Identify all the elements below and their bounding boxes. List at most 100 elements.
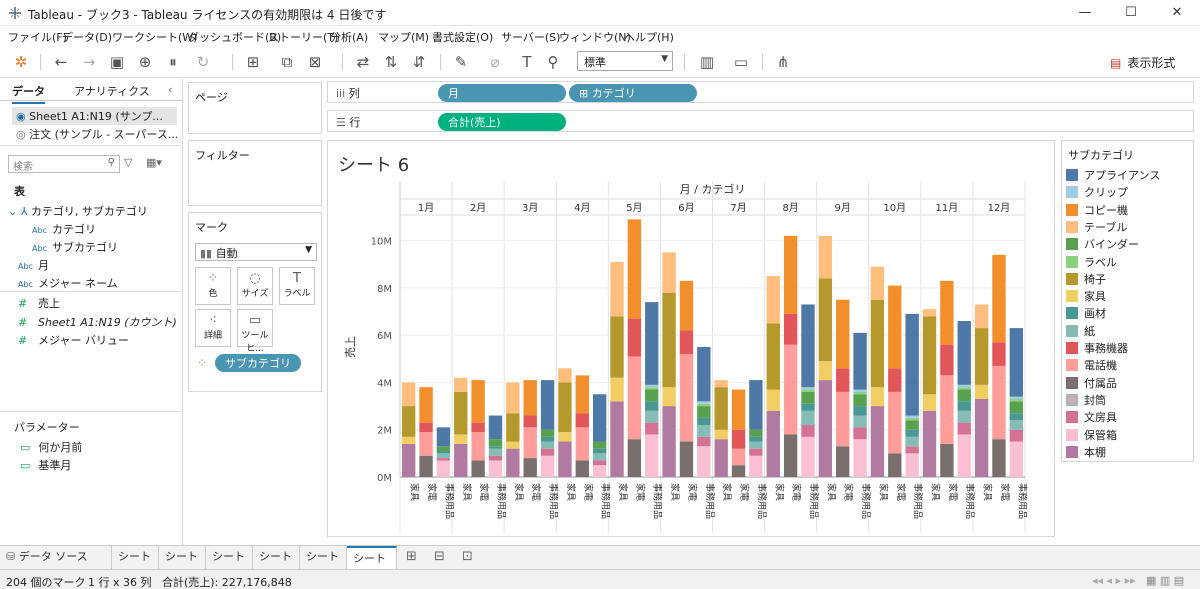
field-sales[interactable]: # 売上 [18,295,60,311]
sort-descending-icon[interactable]: ⇵ [408,52,430,72]
duplicate-sheet-icon[interactable]: ⧉ [276,52,298,72]
legend-item[interactable]: 家具 [1066,288,1191,304]
field-category[interactable]: Abc カテゴリ [32,221,96,237]
parameter-item[interactable]: ▭ 何か月前 [20,439,82,455]
legend-item[interactable]: クリップ [1066,184,1191,200]
legend-item[interactable]: 本棚 [1066,444,1191,460]
presentation-mode-icon[interactable]: ▭ [730,52,752,72]
save-icon[interactable]: ▣ [106,52,128,72]
fit-dropdown[interactable]: 標準 ▼ [577,51,673,71]
menu-map[interactable]: マップ(M) [378,29,429,45]
datasource-item[interactable]: ◎ 注文 (サンプル - スーパース... [12,125,177,143]
close-button[interactable]: ✕ [1154,0,1200,26]
detail-button[interactable]: ⁖ 詳細 [195,309,231,347]
new-worksheet-icon[interactable]: ⊞ [400,546,426,569]
new-dashboard-icon[interactable]: ⊟ [428,546,454,569]
show-cards-icon[interactable]: ▥ [696,52,718,72]
field-measure-values[interactable]: # メジャー バリュー [18,332,129,348]
tab-sheet-5[interactable]: シート 5 [300,546,347,585]
clear-sheet-icon[interactable]: ⊠ [304,52,326,72]
tab-data[interactable]: データ [12,83,45,104]
tab-sheet-2[interactable]: シート 2 [159,546,206,585]
legend-item[interactable]: 電話機 [1066,357,1191,373]
bar-segment [419,432,433,456]
legend-item[interactable]: アプライアンス [1066,167,1191,183]
menu-server[interactable]: サーバー(S) [501,29,560,45]
minimize-button[interactable]: — [1062,0,1108,26]
color-button[interactable]: ⁘ 色 [195,267,231,305]
legend-item[interactable]: 封筒 [1066,392,1191,408]
menu-format[interactable]: 書式設定(O) [432,29,493,45]
undo-icon[interactable]: ← [50,52,72,72]
tab-sheet-6[interactable]: シート 6 [347,546,397,587]
mark-type-dropdown[interactable]: ▮▮ 自動 ▼ [195,243,317,261]
label-button[interactable]: T ラベル [279,267,315,305]
color-pill-subcategory[interactable]: サブカテゴリ [215,354,301,372]
legend-item[interactable]: 紙 [1066,323,1191,339]
pause-updates-icon[interactable]: ⏸ [162,52,184,72]
tab-sheet-4[interactable]: シート 4 [253,546,300,585]
legend-item[interactable]: 事務機器 [1066,340,1191,356]
page-nav-icon[interactable]: ◂◂ ◂ ▸ ▸▸ [1092,574,1136,587]
show-labels-icon[interactable]: T [516,52,538,72]
bar-segment [488,460,503,477]
filter-icon[interactable]: ▽ [124,156,132,169]
field-subcategory[interactable]: Abc サブカテゴリ [32,239,118,255]
legend-item[interactable]: コピー機 [1066,202,1191,218]
parameter-item[interactable]: ▭ 基準月 [20,457,71,473]
maximize-button[interactable]: ☐ [1108,0,1154,26]
redo-icon[interactable]: → [78,52,100,72]
menu-help[interactable]: ヘルプ(H) [624,29,674,45]
new-worksheet-icon[interactable]: ⊞ [242,52,264,72]
pages-card[interactable]: ページ [188,82,322,134]
field-count[interactable]: # Sheet1 A1:N19 (カウント) [18,314,177,330]
hierarchy-item[interactable]: ⌄ ⅄ カテゴリ, サブカテゴリ [8,203,148,219]
legend-item[interactable]: テーブル [1066,219,1191,235]
view-options-icon[interactable]: ▦▾ [146,156,162,169]
show-me-button[interactable]: ▤ 表示形式 [1110,54,1175,71]
fix-axes-icon[interactable]: ⚲ [542,52,564,72]
datasource-item[interactable]: ◉ Sheet1 A1:N19 (サンプ... [12,107,177,125]
label-label: ラベル [283,289,311,299]
column-pill-category[interactable]: ⊞ カテゴリ [569,84,697,102]
highlight-icon[interactable]: ✎ [450,52,472,72]
sort-ascending-icon[interactable]: ⇅ [380,52,402,72]
tableau-home-icon[interactable]: ✲ [10,52,32,72]
legend-item[interactable]: バインダー [1066,236,1191,252]
new-datasource-icon[interactable]: ⊕ [134,52,156,72]
menu-file[interactable]: ファイル(F) [8,29,67,45]
legend-item[interactable]: 文房具 [1066,409,1191,425]
group-icon[interactable]: ⌀ [484,52,506,72]
legend-item[interactable]: 付属品 [1066,375,1191,391]
legend-item[interactable]: ラベル [1066,254,1191,270]
menu-story[interactable]: ストーリー(T) [268,29,338,45]
legend-item[interactable]: 保管箱 [1066,427,1191,443]
menu-data[interactable]: データ(D) [62,29,112,45]
collapse-pane-icon[interactable]: ‹ [168,83,172,96]
share-icon[interactable]: ⋔ [772,52,794,72]
menu-window[interactable]: ウィンドウ(N) [559,29,631,45]
tab-analytics[interactable]: アナリティクス [74,83,150,99]
legend-item[interactable]: 椅子 [1066,271,1191,287]
legend-item[interactable]: 画材 [1066,305,1191,321]
field-measure-names[interactable]: Abc メジャー ネーム [18,275,118,291]
view-toggle-icon[interactable]: ▦ ▥ ▤ [1146,574,1184,587]
search-field[interactable]: 検索 ⚲ [8,155,120,173]
tab-sheet-1[interactable]: シート 1 [112,546,159,585]
menu-worksheet[interactable]: ワークシート(W) [112,29,197,45]
tooltip-button[interactable]: ▭ ツールヒ... [237,309,273,354]
new-story-icon[interactable]: ⊡ [456,546,482,569]
bar-segment [974,328,989,385]
refresh-icon[interactable]: ↻ [192,52,214,72]
column-pill-month[interactable]: 月 [438,84,566,102]
size-button[interactable]: ◌ サイズ [237,267,273,305]
tab-sheet-3[interactable]: シート 3 [206,546,253,585]
menu-analysis[interactable]: 分析(A) [330,29,368,45]
tab-data-source[interactable]: ⛁ データ ソース [0,546,112,569]
columns-shelf[interactable]: iii 列 月 ⊞ カテゴリ [327,81,1194,103]
field-month[interactable]: Abc 月 [18,257,49,273]
swap-rows-columns-icon[interactable]: ⇄ [352,52,374,72]
row-pill-sum-sales[interactable]: 合計(売上) [438,113,566,131]
filters-card[interactable]: フィルター [188,140,322,206]
rows-shelf[interactable]: ☰ 行 合計(売上) [327,110,1194,132]
